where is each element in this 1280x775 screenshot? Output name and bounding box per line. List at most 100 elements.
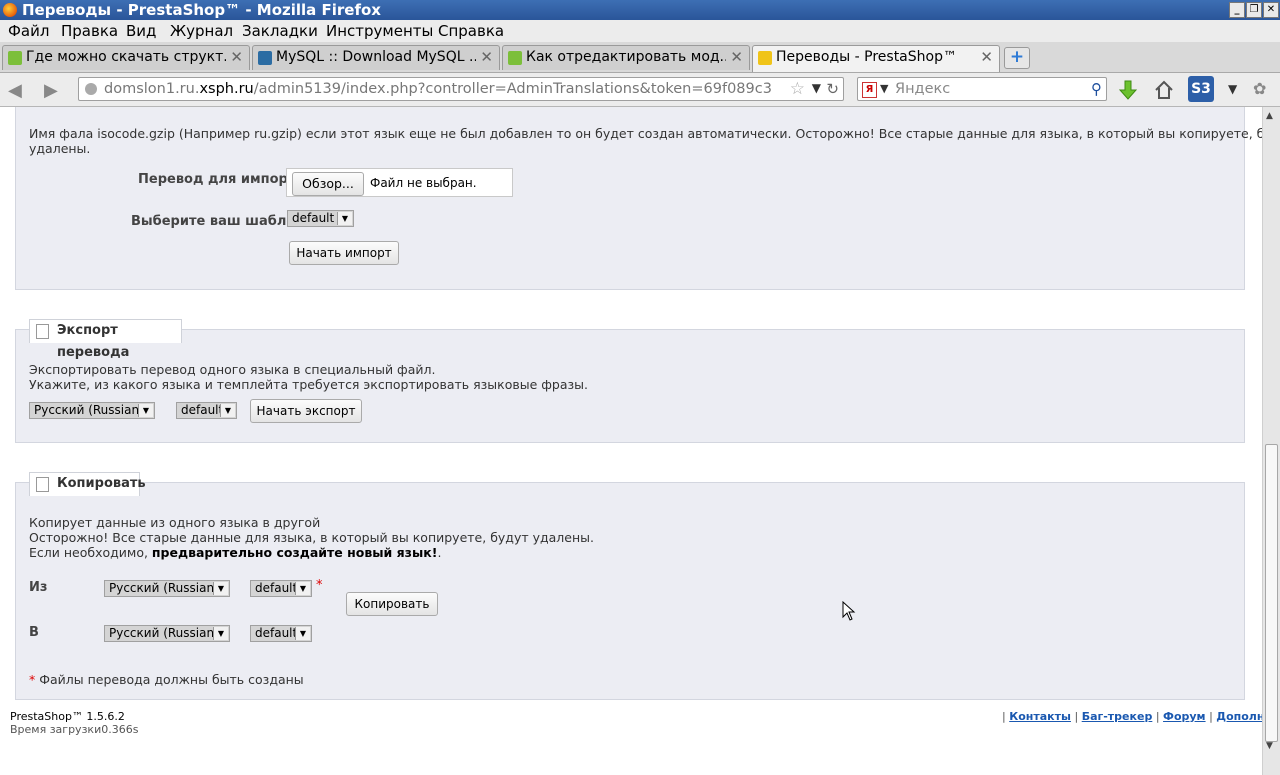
new-tab-button[interactable]: + <box>1004 47 1030 69</box>
menu-tools[interactable]: Инструменты <box>326 22 433 40</box>
mysql-favicon-icon <box>258 51 272 65</box>
menu-help[interactable]: Справка <box>438 22 504 40</box>
reload-icon[interactable]: ↻ <box>826 80 839 98</box>
browse-button[interactable]: Обзор... <box>292 172 364 196</box>
menu-file[interactable]: Файл <box>8 22 49 40</box>
menu-view[interactable]: Вид <box>126 22 156 40</box>
close-tab-icon[interactable]: ✕ <box>230 48 243 66</box>
export-language-value: Русский (Russian) <box>34 403 144 417</box>
copy-description-line3: Если необходимо, предварительно создайте… <box>29 545 442 560</box>
chevron-down-icon: ▼ <box>295 627 310 640</box>
copy-panel: Копирует данные из одного языка в другой… <box>15 482 1245 700</box>
export-panel-legend: Экспорт перевода <box>29 319 182 360</box>
close-tab-icon[interactable]: ✕ <box>980 48 993 66</box>
copy-from-theme-select[interactable]: default ▼ <box>250 580 312 597</box>
chevron-down-icon: ▼ <box>337 212 352 225</box>
menu-bar: Файл Правка Вид Журнал Закладки Инструме… <box>0 20 1280 42</box>
start-export-button[interactable]: Начать экспорт <box>250 399 362 423</box>
copy-panel-legend: Копировать <box>29 472 146 496</box>
chevron-down-icon: ▼ <box>213 627 228 640</box>
import-file-input[interactable]: Обзор... Файл не выбран. <box>286 168 513 197</box>
copy-description-line2: Осторожно! Все старые данные для языка, … <box>29 530 594 545</box>
export-theme-select[interactable]: default ▼ <box>176 402 237 419</box>
close-tab-icon[interactable]: ✕ <box>480 48 493 66</box>
bookmark-star-icon[interactable]: ☆ <box>790 79 805 99</box>
tab-3[interactable]: Как отредактировать мод... ✕ <box>502 45 750 70</box>
page-favicon-icon <box>8 51 22 65</box>
scroll-up-arrow-icon[interactable]: ▲ <box>1266 111 1273 121</box>
minimize-button[interactable]: _ <box>1229 2 1245 18</box>
copy-documents-icon <box>36 477 49 492</box>
footer-link-contacts[interactable]: Контакты <box>1009 710 1071 723</box>
copy-to-theme-value: default <box>255 626 298 640</box>
url-dropdown-icon[interactable]: ▼ <box>812 81 821 95</box>
home-icon[interactable] <box>1153 79 1175 101</box>
copy-from-label: Из <box>29 580 48 595</box>
menu-edit[interactable]: Правка <box>61 22 118 40</box>
addon-gear-icon[interactable]: ✿ <box>1253 79 1266 98</box>
footer-link-bugtracker[interactable]: Баг-трекер <box>1082 710 1153 723</box>
search-engine-dropdown-icon[interactable]: ▼ <box>880 82 888 95</box>
scroll-down-arrow-icon[interactable]: ▼ <box>1266 741 1273 751</box>
downloads-icon[interactable] <box>1117 79 1139 101</box>
copy-from-theme-value: default <box>255 581 298 595</box>
globe-icon <box>85 83 97 95</box>
scrollbar-thumb[interactable] <box>1265 444 1278 742</box>
export-description-line2: Укажите, из какого языка и темплейта тре… <box>29 377 589 392</box>
start-import-button[interactable]: Начать импорт <box>289 241 399 265</box>
import-panel: Имя фала isocode.gzip (Например ru.gzip)… <box>15 107 1262 290</box>
tab-bar: Где можно скачать структ... ✕ MySQL :: D… <box>0 42 1280 73</box>
menu-bookmarks[interactable]: Закладки <box>242 22 318 40</box>
required-mark: * <box>316 578 323 593</box>
footer-link-addons[interactable]: Дополнения <box>1216 710 1262 723</box>
vertical-scrollbar[interactable]: ▲ ▼ <box>1262 107 1280 775</box>
search-icon[interactable]: ⚲ <box>1091 80 1102 98</box>
maximize-button[interactable]: ❐ <box>1246 2 1262 18</box>
footer-link-forum[interactable]: Форум <box>1163 710 1206 723</box>
window-title: Переводы - PrestaShop™ - Mozilla Firefox <box>22 1 381 19</box>
url-bar[interactable]: domslon1.ru.xsph.ru/admin5139/index.php?… <box>78 77 844 101</box>
copy-description-line1: Копирует данные из одного языка в другой <box>29 515 321 530</box>
close-window-button[interactable]: ✕ <box>1263 2 1279 18</box>
page-favicon-icon <box>508 51 522 65</box>
copy-footnote: * Файлы перевода должны быть созданы <box>29 672 304 687</box>
export-panel-title: Экспорт перевода <box>57 323 130 360</box>
tab-label: Переводы - PrestaShop™ <box>776 49 957 65</box>
copy-to-theme-select[interactable]: default ▼ <box>250 625 312 642</box>
page-content: Имя фала isocode.gzip (Например ru.gzip)… <box>0 107 1262 775</box>
copy-to-language-select[interactable]: Русский (Russian) ▼ <box>104 625 230 642</box>
chevron-down-icon: ▼ <box>295 582 310 595</box>
export-panel: Экспортировать перевод одного языка в сп… <box>15 329 1245 443</box>
chevron-down-icon: ▼ <box>138 404 153 417</box>
tab-4-active[interactable]: Переводы - PrestaShop™ ✕ <box>752 45 1000 72</box>
import-description-line1: Имя фала isocode.gzip (Например ru.gzip)… <box>29 126 1262 141</box>
extensions-dropdown-icon[interactable]: ▼ <box>1228 82 1237 96</box>
tab-label: MySQL :: Download MySQL ... <box>276 49 476 65</box>
firefox-logo-icon <box>3 3 17 17</box>
prestashop-favicon-icon <box>758 51 772 65</box>
copy-from-language-select[interactable]: Русский (Russian) ▼ <box>104 580 230 597</box>
close-tab-icon[interactable]: ✕ <box>730 48 743 66</box>
import-theme-value: default <box>292 211 335 225</box>
yandex-icon[interactable]: Я <box>862 82 877 98</box>
load-time: Время загрузки0.366s <box>10 723 139 736</box>
copy-panel-title: Копировать <box>57 476 146 491</box>
forward-arrow-icon[interactable]: ▶ <box>44 80 58 101</box>
import-description-line2: удалены. <box>29 141 91 156</box>
footer-links: | Контакты | Баг-трекер | Форум | Дополн… <box>1002 710 1262 723</box>
mouse-cursor-icon <box>842 601 856 621</box>
s3-extension-icon[interactable]: S3 <box>1188 76 1214 102</box>
copy-to-label: В <box>29 625 39 640</box>
search-bar[interactable]: Я ▼ Яндекс ⚲ <box>857 77 1107 101</box>
menu-history[interactable]: Журнал <box>170 22 233 40</box>
tab-2[interactable]: MySQL :: Download MySQL ... ✕ <box>252 45 500 70</box>
copy-button[interactable]: Копировать <box>346 592 438 616</box>
chevron-down-icon: ▼ <box>213 582 228 595</box>
copy-from-language-value: Русский (Russian) <box>109 581 219 595</box>
tab-1[interactable]: Где можно скачать структ... ✕ <box>2 45 250 70</box>
import-theme-label: Выберите ваш шаблон <box>131 214 305 229</box>
back-arrow-icon[interactable]: ◀ <box>8 80 22 101</box>
export-language-select[interactable]: Русский (Russian) ▼ <box>29 402 155 419</box>
tab-label: Как отредактировать мод... <box>526 49 726 65</box>
import-theme-select[interactable]: default ▼ <box>287 210 354 227</box>
